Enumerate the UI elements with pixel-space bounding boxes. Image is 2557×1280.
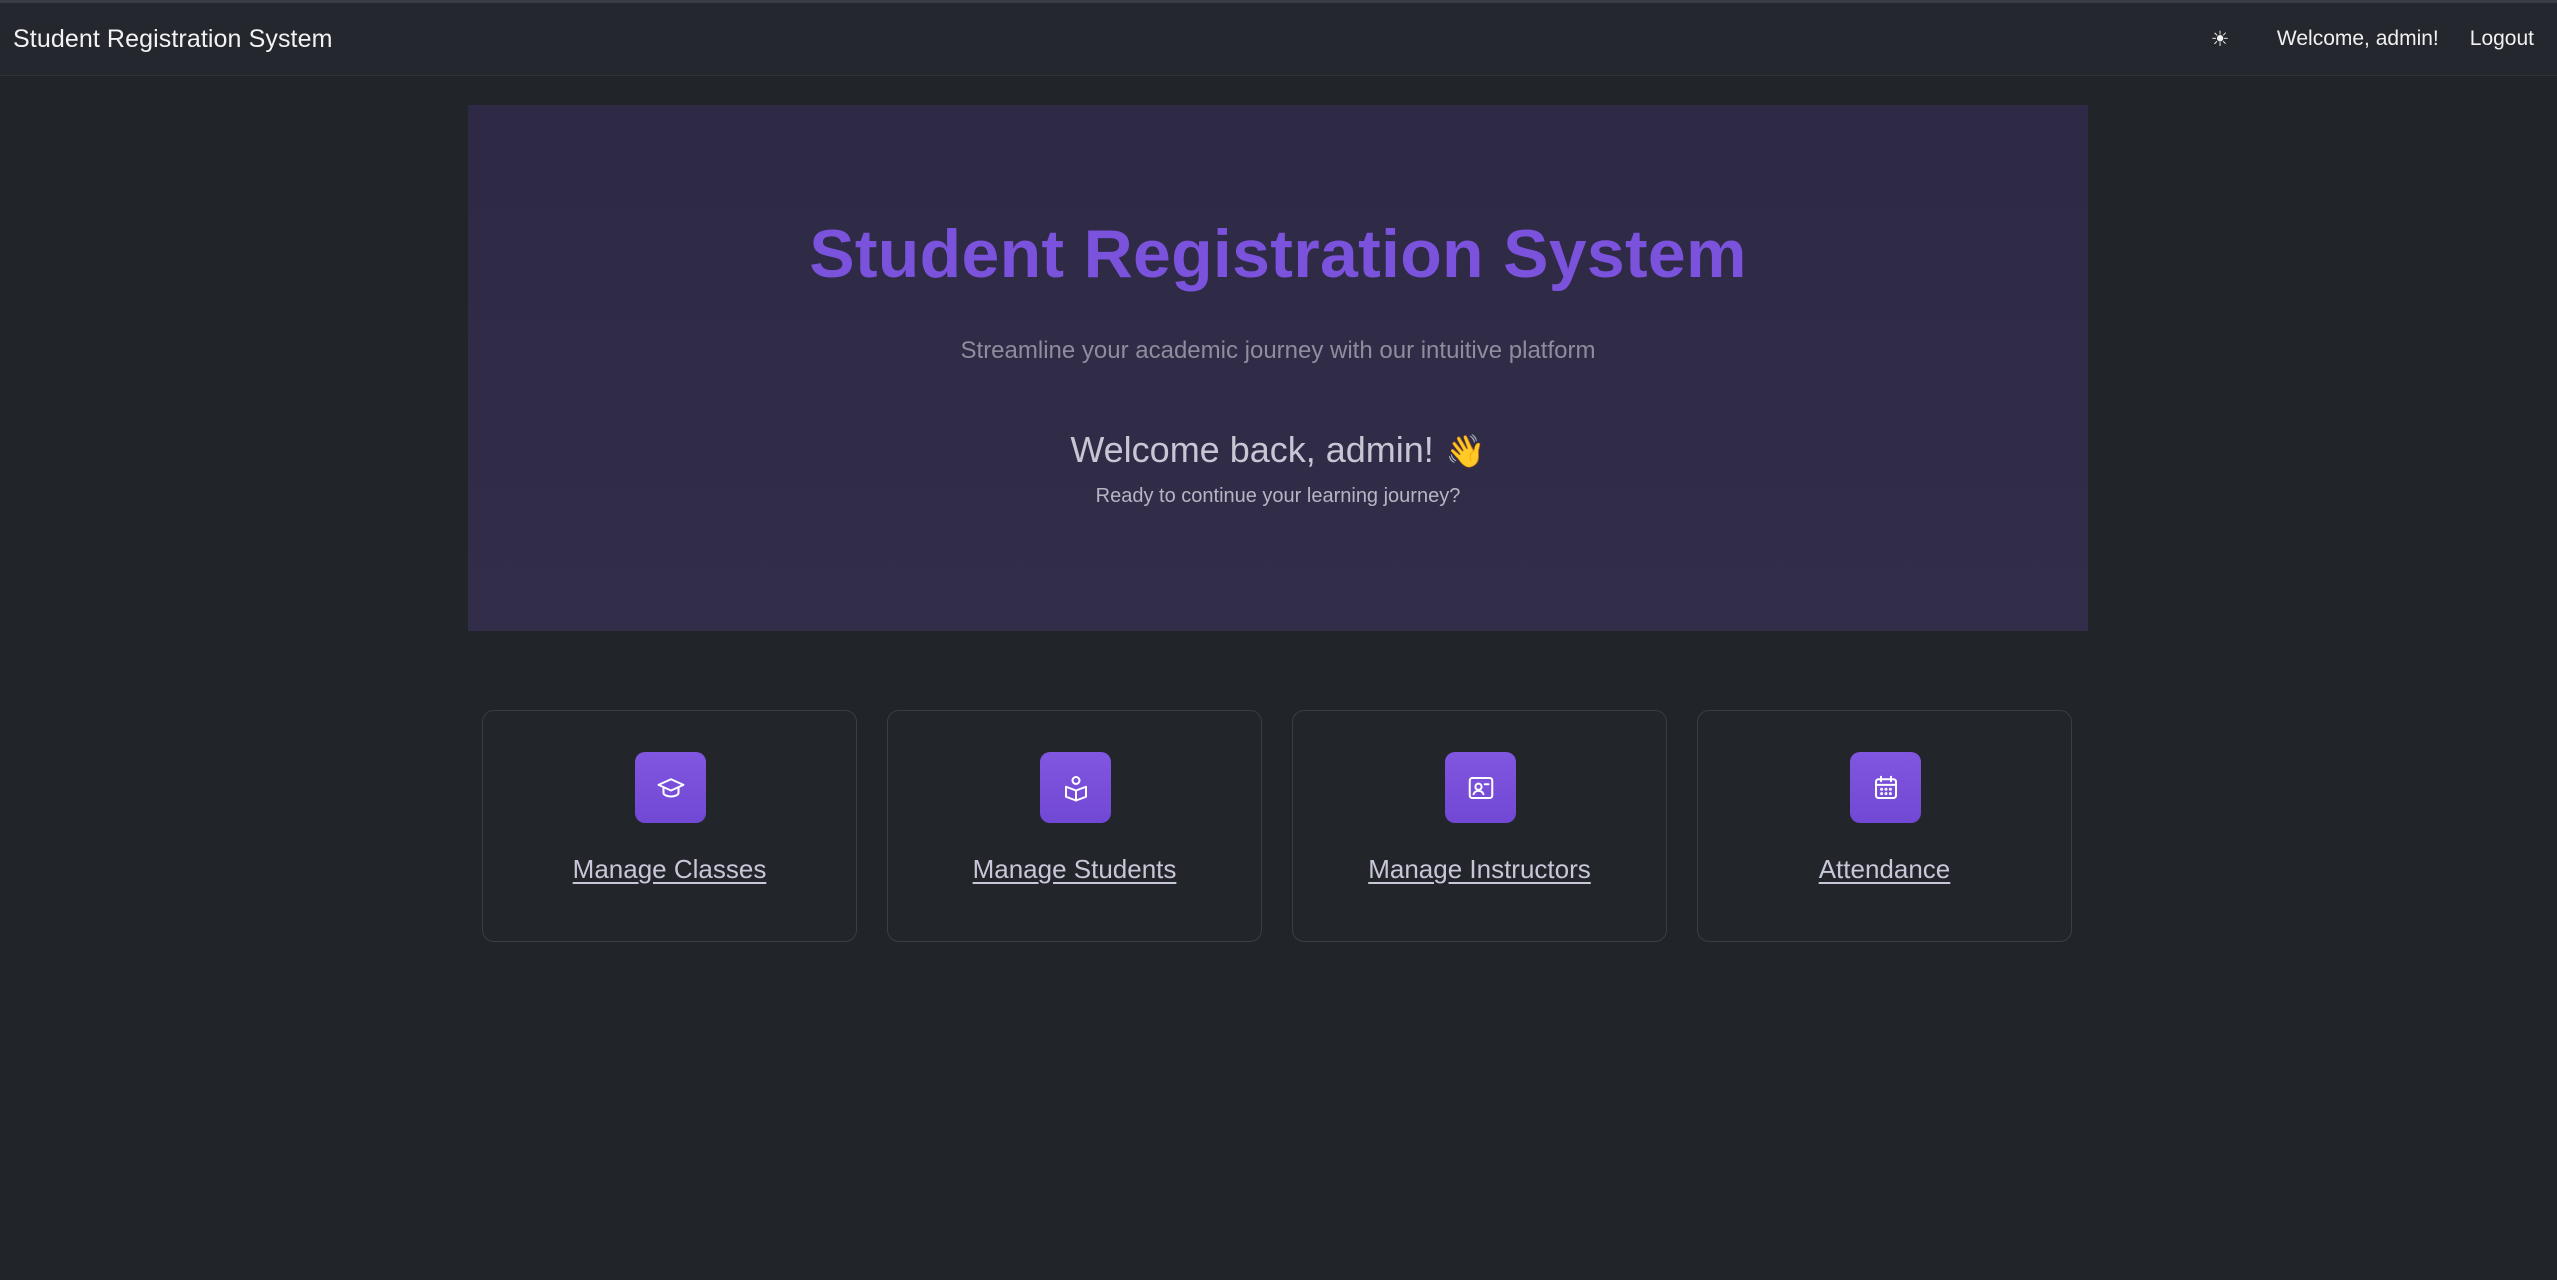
manage-instructors-link[interactable]: Manage Instructors [1293, 854, 1666, 885]
graduation-cap-icon [635, 752, 706, 823]
waving-hand-icon: 👋 [1445, 433, 1486, 469]
hero-banner: Student Registration System Streamline y… [468, 105, 2088, 631]
welcome-heading-text: Welcome back, admin! [1070, 429, 1434, 470]
dashboard-cards: Manage Classes Manage Students Manage In… [482, 710, 2074, 942]
logout-link[interactable]: Logout [2470, 27, 2534, 51]
student-reading-icon [1040, 752, 1111, 823]
navbar: Student Registration System ☀ Welcome, a… [0, 3, 2557, 76]
card-attendance[interactable]: Attendance [1697, 710, 2072, 942]
hero-ready-text: Ready to continue your learning journey? [1095, 485, 1461, 507]
calendar-icon [1850, 752, 1921, 823]
hero-title: Student Registration System [809, 216, 1747, 292]
id-card-icon [1445, 752, 1516, 823]
hero-subtitle: Streamline your academic journey with ou… [960, 337, 1596, 364]
welcome-user-text: Welcome, admin! [2276, 27, 2439, 50]
sun-icon[interactable]: ☀ [2208, 27, 2232, 52]
card-manage-classes[interactable]: Manage Classes [482, 710, 857, 942]
card-manage-students[interactable]: Manage Students [887, 710, 1262, 942]
welcome-heading: Welcome back, admin! 👋 [468, 429, 2088, 471]
card-manage-instructors[interactable]: Manage Instructors [1292, 710, 1667, 942]
manage-classes-link[interactable]: Manage Classes [483, 854, 856, 885]
manage-students-link[interactable]: Manage Students [888, 854, 1261, 885]
navbar-right: ☀ Welcome, admin! Logout [2208, 27, 2544, 52]
attendance-link[interactable]: Attendance [1698, 854, 2071, 885]
brand-link[interactable]: Student Registration System [13, 25, 333, 54]
